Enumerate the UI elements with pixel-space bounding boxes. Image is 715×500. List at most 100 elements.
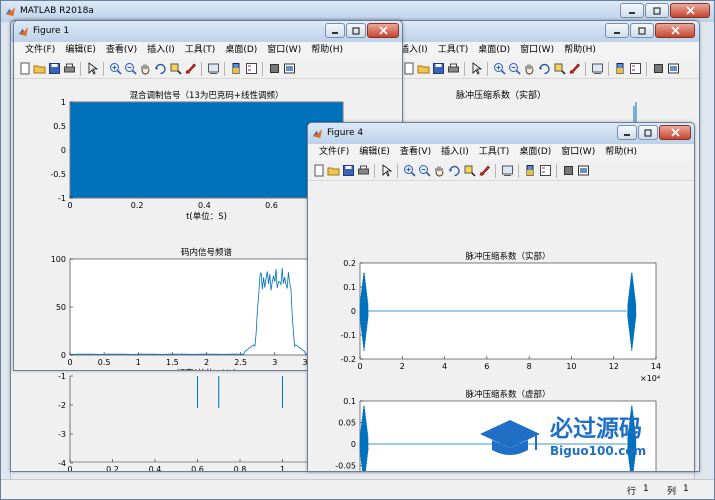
fig1-menu-window[interactable]: 窗口(W) bbox=[262, 42, 306, 59]
link-plot-button[interactable] bbox=[206, 61, 220, 76]
fig1-menu-view[interactable]: 查看(V) bbox=[101, 42, 142, 59]
legend-button[interactable] bbox=[628, 61, 642, 76]
open-folder-button[interactable] bbox=[416, 61, 430, 76]
pan-hand-button[interactable] bbox=[432, 163, 446, 178]
back-maximize-button[interactable] bbox=[630, 23, 654, 38]
print-button[interactable] bbox=[62, 61, 76, 76]
save-button[interactable] bbox=[47, 61, 61, 76]
brush-button[interactable] bbox=[183, 61, 197, 76]
back-menu-tools[interactable]: 工具(T) bbox=[433, 42, 474, 59]
print-button[interactable] bbox=[446, 61, 460, 76]
zoom-in-button[interactable] bbox=[402, 163, 416, 178]
data-cursor-button[interactable] bbox=[462, 163, 476, 178]
select-arrow-button[interactable] bbox=[379, 163, 393, 178]
axes-title: 码内信号频谱 bbox=[181, 247, 233, 258]
fig4-menu-edit[interactable]: 编辑(E) bbox=[354, 144, 395, 161]
fig1-close-button[interactable] bbox=[367, 23, 399, 38]
show-plot-tools-button[interactable] bbox=[666, 61, 680, 76]
hide-plot-tools-button[interactable] bbox=[651, 61, 665, 76]
back-axes-title: 脉冲压缩系数（实部） bbox=[456, 89, 546, 101]
hide-plot-tools-button[interactable] bbox=[267, 61, 281, 76]
fig4-minimize-button[interactable] bbox=[617, 125, 637, 140]
figure-1-title-bar[interactable]: Figure 1 bbox=[14, 21, 402, 42]
data-cursor-button[interactable] bbox=[552, 61, 566, 76]
legend-button[interactable] bbox=[538, 163, 552, 178]
x-tick-label: 0.6 bbox=[265, 201, 278, 210]
link-plot-button[interactable] bbox=[500, 163, 514, 178]
fig4-menu-desktop[interactable]: 桌面(D) bbox=[514, 144, 556, 161]
main-title-bar[interactable]: MATLAB R2018a bbox=[1, 1, 714, 22]
x-tick-label: 6 bbox=[484, 362, 489, 371]
toolbar-separator bbox=[556, 163, 557, 178]
hide-plot-tools-button[interactable] bbox=[561, 163, 575, 178]
colorbar-button[interactable] bbox=[523, 163, 537, 178]
x-tick-label: 0 bbox=[357, 362, 362, 371]
fig4-menu-insert[interactable]: 插入(I) bbox=[436, 144, 474, 161]
fig4-close-button[interactable] bbox=[659, 125, 691, 140]
zoom-in-button[interactable] bbox=[108, 61, 122, 76]
show-plot-tools-button[interactable] bbox=[576, 163, 590, 178]
new-file-button[interactable] bbox=[17, 61, 31, 76]
save-icon bbox=[48, 63, 60, 74]
fig1-menu-desktop[interactable]: 桌面(D) bbox=[220, 42, 262, 59]
fig1-menu-insert[interactable]: 插入(I) bbox=[142, 42, 180, 59]
fig1-menu-edit[interactable]: 编辑(E) bbox=[60, 42, 101, 59]
main-status-bar: 行 1 列 1 bbox=[1, 479, 714, 499]
rotate-3d-button[interactable] bbox=[537, 61, 551, 76]
save-button[interactable] bbox=[431, 61, 445, 76]
open-folder-button[interactable] bbox=[326, 163, 340, 178]
print-button[interactable] bbox=[356, 163, 370, 178]
show-plot-tools-button[interactable] bbox=[282, 61, 296, 76]
y-tick-label: 0.05 bbox=[338, 419, 356, 428]
data-cursor-button[interactable] bbox=[168, 61, 182, 76]
fig4-menu-bar: 文件(F) 编辑(E) 查看(V) 插入(I) 工具(T) 桌面(D) 窗口(W… bbox=[308, 144, 694, 161]
legend-button[interactable] bbox=[244, 61, 258, 76]
zoom-out-button[interactable] bbox=[507, 61, 521, 76]
fig4-menu-view[interactable]: 查看(V) bbox=[395, 144, 436, 161]
y-tick-label: -3 bbox=[58, 430, 66, 439]
fig4-menu-help[interactable]: 帮助(H) bbox=[600, 144, 642, 161]
fig4-menu-file[interactable]: 文件(F) bbox=[314, 144, 354, 161]
link-plot-button[interactable] bbox=[590, 61, 604, 76]
brush-button[interactable] bbox=[567, 61, 581, 76]
fig4-menu-tools[interactable]: 工具(T) bbox=[474, 144, 515, 161]
back-minimize-button[interactable] bbox=[605, 23, 629, 38]
fig1-maximize-button[interactable] bbox=[346, 23, 366, 38]
zoom-in-button[interactable] bbox=[492, 61, 506, 76]
rotate-3d-button[interactable] bbox=[447, 163, 461, 178]
fig4-maximize-button[interactable] bbox=[638, 125, 658, 140]
new-file-button[interactable] bbox=[401, 61, 415, 76]
x-axis-label: t(单位：S) bbox=[186, 211, 227, 222]
open-folder-button[interactable] bbox=[32, 61, 46, 76]
fig1-minimize-button[interactable] bbox=[325, 23, 345, 38]
new-file-button[interactable] bbox=[311, 163, 325, 178]
fig4-menu-window[interactable]: 窗口(W) bbox=[556, 144, 600, 161]
back-menu-window[interactable]: 窗口(W) bbox=[515, 42, 559, 59]
select-arrow-button[interactable] bbox=[85, 61, 99, 76]
select-arrow-button[interactable] bbox=[469, 61, 483, 76]
pan-hand-button[interactable] bbox=[138, 61, 152, 76]
colorbar-button[interactable] bbox=[229, 61, 243, 76]
figure-4-title-bar[interactable]: Figure 4 bbox=[308, 123, 694, 144]
back-close-button[interactable] bbox=[655, 23, 695, 38]
pan-hand-button[interactable] bbox=[522, 61, 536, 76]
close-icon bbox=[378, 26, 388, 35]
main-close-button[interactable] bbox=[670, 3, 710, 18]
brush-button[interactable] bbox=[477, 163, 491, 178]
back-menu-help[interactable]: 帮助(H) bbox=[559, 42, 601, 59]
rotate-3d-icon bbox=[538, 63, 550, 75]
y-tick-label: -4 bbox=[58, 459, 66, 468]
rotate-3d-button[interactable] bbox=[153, 61, 167, 76]
zoom-out-button[interactable] bbox=[417, 163, 431, 178]
fig1-menu-file[interactable]: 文件(F) bbox=[20, 42, 60, 59]
x-tick-label: 1.5 bbox=[166, 358, 179, 367]
main-maximize-button[interactable] bbox=[645, 3, 669, 18]
fig1-menu-help[interactable]: 帮助(H) bbox=[306, 42, 348, 59]
fig1-menu-tools[interactable]: 工具(T) bbox=[180, 42, 221, 59]
save-button[interactable] bbox=[341, 163, 355, 178]
status-col-label: 列 bbox=[667, 487, 677, 497]
back-menu-desktop[interactable]: 桌面(D) bbox=[473, 42, 515, 59]
main-minimize-button[interactable] bbox=[620, 3, 644, 18]
zoom-out-button[interactable] bbox=[123, 61, 137, 76]
colorbar-button[interactable] bbox=[613, 61, 627, 76]
